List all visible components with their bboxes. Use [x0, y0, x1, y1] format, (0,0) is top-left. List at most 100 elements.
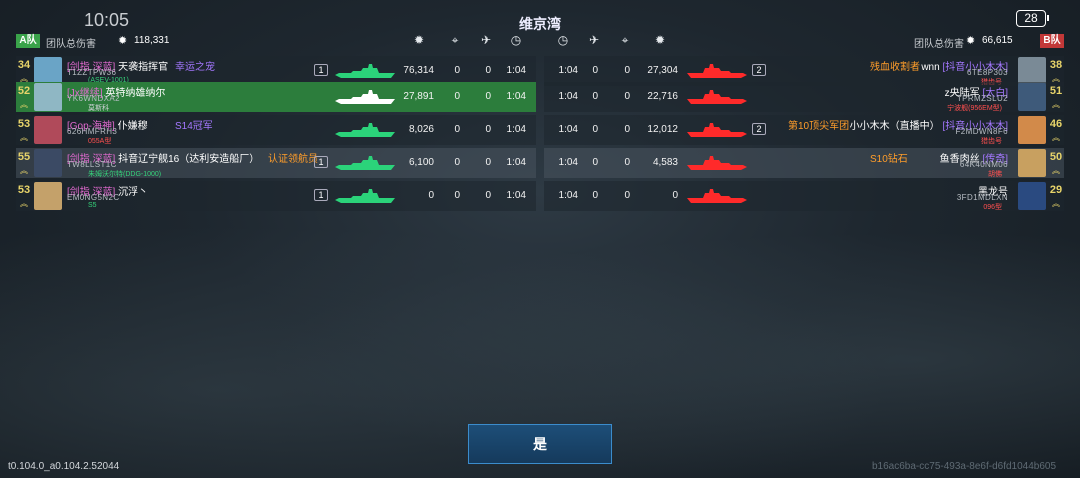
- player-avatar: [34, 83, 62, 111]
- damage-value: 27,891: [403, 91, 434, 102]
- rank-insignia-icon: ︽: [20, 199, 28, 208]
- player-id: EM0NG5N2C: [67, 193, 120, 202]
- kill-column-icon-b: ✈: [588, 33, 600, 47]
- time-value: 1:04: [558, 157, 578, 168]
- player-id: 6TE8P303: [966, 68, 1008, 77]
- ship-name: 猎齿号: [981, 138, 1002, 145]
- time-value: 1:04: [506, 91, 526, 102]
- rank-insignia-icon: ︽: [20, 133, 28, 142]
- player-title: 第10顶尖军团: [788, 121, 850, 132]
- player-id: F2MDWN8F6: [955, 127, 1008, 136]
- time-value: 1:04: [506, 65, 526, 76]
- player-row[interactable]: 1:04 0 0 4,583 S10钻石 鱼香肉丝 [传奇] 64K40NM06 胡佛 50 ︽: [544, 148, 1064, 178]
- player-row[interactable]: 1:04 0 0 22,716 z央陆军 [太白] TPRMZSLU2 宁波舰(956EM型…: [544, 82, 1064, 112]
- time-value: 1:04: [558, 65, 578, 76]
- ship-silhouette-icon: [686, 187, 748, 210]
- player-level: 50: [1049, 151, 1063, 163]
- player-level: 52: [17, 85, 31, 97]
- ship-name: S5: [88, 202, 97, 209]
- squad-badge: 2: [752, 64, 766, 76]
- ship-name: 055A型: [88, 138, 112, 145]
- ship-silhouette-icon: [686, 88, 748, 111]
- map-name: 维京湾: [519, 16, 561, 32]
- team-b-tag: B队: [1040, 34, 1064, 48]
- kill-value: 0: [485, 124, 491, 135]
- time-column-icon: ◷: [510, 33, 522, 47]
- rank-insignia-icon: ︽: [20, 100, 28, 109]
- player-level: 51: [1049, 85, 1063, 97]
- kill-value: 0: [485, 91, 491, 102]
- team-a-damage-label: 团队总伤害: [46, 39, 96, 50]
- player-level: 53: [17, 184, 31, 196]
- player-avatar: [1018, 149, 1046, 177]
- rank-insignia-icon: ︽: [1052, 100, 1060, 109]
- assist-value: 0: [454, 190, 460, 201]
- player-avatar: [34, 182, 62, 210]
- squad-badge: 1: [314, 189, 328, 201]
- assist-value: 0: [454, 157, 460, 168]
- damage-value: 0: [672, 190, 678, 201]
- player-title: 认证领航员: [268, 154, 318, 165]
- assist-value: 0: [624, 157, 630, 168]
- version-label: t0.104.0_a0.104.2.52044: [8, 461, 120, 472]
- ship-silhouette-icon: [686, 154, 748, 177]
- ship-name: 莫斯科: [88, 105, 109, 112]
- squad-badge: 1: [314, 64, 328, 76]
- assist-value: 0: [624, 65, 630, 76]
- ship-silhouette-icon: [686, 121, 748, 144]
- player-row[interactable]: 52 ︽ [Jx继续] 英特纳雄纳尔 YK6WNDXA2 莫斯科 27,891 0 0 1:04: [16, 82, 536, 112]
- player-avatar: [34, 149, 62, 177]
- kill-value: 0: [485, 190, 491, 201]
- player-id: 626HMFRH3: [67, 127, 118, 136]
- damage-value: 22,716: [647, 91, 678, 102]
- player-name: 天袭指挥官: [115, 62, 169, 73]
- player-name: 沉浮丶: [115, 187, 149, 198]
- player-row[interactable]: 55 ︽ [剑指 深蓝] 抖音辽宁舰16（达利安造船厂） 认证领航员 TW8LLST1C…: [16, 148, 536, 178]
- player-row[interactable]: 1:04 0 0 12,012 2 第10顶尖军团 小小木木（直播中） [抖音小小木木] F2…: [544, 115, 1064, 145]
- assist-value: 0: [454, 124, 460, 135]
- ship-name: 胡佛: [988, 171, 1002, 178]
- damage-value: 0: [428, 190, 434, 201]
- player-level: 38: [1049, 59, 1063, 71]
- rank-insignia-icon: ︽: [1052, 133, 1060, 142]
- player-id: TPRMZSLU2: [956, 94, 1008, 103]
- status-clock: 10:05: [84, 10, 130, 30]
- squad-badge: 2: [752, 123, 766, 135]
- player-avatar: [1018, 83, 1046, 111]
- battery-indicator: 28: [1016, 10, 1049, 27]
- team-a-damage-icon: ✹: [118, 35, 128, 47]
- player-row[interactable]: 1:04 0 0 0 黑龙号 3FD1MDLXN 096型 29 ︽: [544, 181, 1064, 211]
- time-column-icon-b: ◷: [557, 33, 569, 47]
- damage-value: 8,026: [408, 124, 434, 135]
- damage-value: 76,314: [403, 65, 434, 76]
- player-row[interactable]: 53 ︽ [剑指 深蓝] 沉浮丶 EM0NG5N2C S5 1 0 0 0 1:04: [16, 181, 536, 211]
- team-a-tag: A队: [16, 34, 40, 48]
- assist-column-icon-b: ⌖: [621, 33, 629, 47]
- damage-value: 4,583: [652, 157, 678, 168]
- damage-column-icon-b: ✹: [654, 33, 666, 47]
- kill-value: 0: [485, 157, 491, 168]
- player-avatar: [1018, 57, 1046, 85]
- player-row[interactable]: 53 ︽ [Gop-海神] 仆嫌穆 S14冠军 626HMFRH3 055A型 8,026 0…: [16, 115, 536, 145]
- damage-value: 6,100: [408, 157, 434, 168]
- team-b-total-damage: 66,615: [982, 35, 1013, 46]
- player-title: S14冠军: [175, 121, 213, 132]
- kill-column-icon: ✈: [480, 33, 492, 47]
- confirm-button[interactable]: 是: [468, 424, 612, 464]
- player-title: 幸运之宠: [175, 62, 215, 73]
- player-name: 抖音辽宁舰16（达利安造船厂）: [115, 154, 260, 165]
- assist-value: 0: [624, 124, 630, 135]
- kill-value: 0: [592, 124, 598, 135]
- player-avatar: [1018, 182, 1046, 210]
- damage-value: 27,304: [647, 65, 678, 76]
- team-b-damage-icon: ✹: [966, 35, 976, 47]
- assist-column-icon: ⌖: [451, 33, 459, 47]
- assist-value: 0: [624, 91, 630, 102]
- rank-insignia-icon: ︽: [1052, 166, 1060, 175]
- time-value: 1:04: [506, 124, 526, 135]
- player-id: T1ZZTPW36: [67, 68, 117, 77]
- damage-column-icon: ✹: [413, 33, 425, 47]
- player-title: 残血收割者: [870, 62, 920, 73]
- player-avatar: [34, 116, 62, 144]
- player-avatar: [1018, 116, 1046, 144]
